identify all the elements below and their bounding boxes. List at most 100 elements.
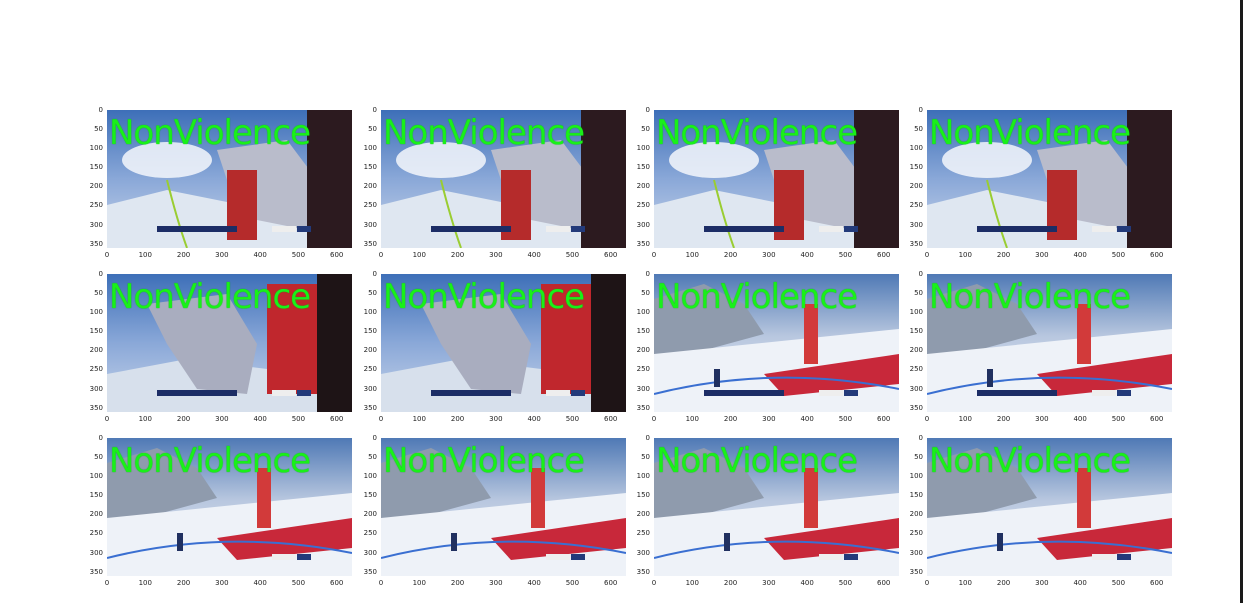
x-tick-label: 0 [924,415,930,423]
classification-label: NonViolence [109,277,311,317]
x-tick-label: 600 [604,579,618,587]
tv-logo-box [1117,390,1131,396]
x-tick-label: 500 [1111,579,1126,587]
skier [451,533,457,551]
x-tick-label: 200 [176,579,191,587]
tv-time-box [546,390,570,396]
y-tick-label: 0 [918,269,923,278]
tv-name-bar [977,390,1057,396]
y-tick-label: 250 [363,529,377,538]
tv-logo-box [844,226,858,232]
y-tick-label: 200 [909,182,923,191]
x-tick-label: 600 [330,251,344,259]
y-tick-label: 0 [918,433,923,442]
x-tick-label: 200 [176,415,191,423]
x-tick-label: 400 [253,579,267,587]
video-frame: NonViolence [927,438,1172,576]
y-tick-label: 300 [636,548,650,557]
y-tick-label: 250 [636,365,650,374]
x-tick-label: 200 [176,251,191,259]
y-tick-label: 0 [372,105,377,114]
y-tick-label: 200 [89,346,103,355]
y-tick-label: 0 [372,269,377,278]
tv-logo-box [1117,554,1131,560]
tv-name-bar [704,390,784,396]
x-tick-label: 500 [838,415,853,423]
classification-label: NonViolence [109,113,311,153]
classification-label: NonViolence [383,277,585,317]
y-tick-label: 300 [909,220,923,229]
y-tick-label: 200 [909,510,923,519]
y-tick-label: 350 [636,403,650,412]
y-tick-label: 350 [363,567,377,576]
y-tick-label: 250 [909,529,923,538]
x-tick-label: 500 [565,579,580,587]
y-tick-label: 250 [909,365,923,374]
y-tick-label: 250 [363,365,377,374]
tv-name-bar [157,390,237,396]
tv-time-box [819,554,843,560]
x-tick-label: 300 [215,579,229,587]
y-tick-label: 150 [909,491,923,499]
y-tick-label: 100 [363,143,377,152]
y-tick-label: 150 [636,327,650,335]
x-tick-label: 500 [565,251,580,259]
tv-logo-box [297,554,311,560]
tv-name-bar [431,390,511,396]
y-tick-label: 200 [363,510,377,519]
start-gate [307,110,352,248]
x-tick-label: 200 [996,579,1011,587]
y-tick-label: 50 [914,452,923,461]
x-tick-label: 300 [489,415,503,423]
skier [724,533,730,551]
y-tick-label: 0 [645,433,650,442]
x-tick-label: 0 [104,415,110,423]
x-tick-label: 200 [996,415,1011,423]
y-tick-label: 200 [363,182,377,191]
y-tick-label: 100 [363,307,377,316]
y-tick-label: 300 [89,220,103,229]
y-tick-label: 350 [636,567,650,576]
y-tick-label: 0 [98,433,103,442]
y-tick-label: 100 [636,307,650,316]
tv-logo-box [844,390,858,396]
y-tick-label: 0 [918,105,923,114]
x-tick-label: 600 [604,251,618,259]
x-tick-label: 300 [489,251,503,259]
x-tick-label: 100 [685,415,699,423]
tv-time-box [272,390,296,396]
x-tick-label: 200 [723,251,738,259]
x-tick-label: 100 [685,579,699,587]
x-tick-label: 300 [1035,415,1049,423]
x-tick-label: 300 [762,579,776,587]
y-tick-label: 300 [636,220,650,229]
y-tick-label: 100 [89,143,103,152]
y-tick-label: 150 [636,163,650,171]
y-tick-label: 300 [909,384,923,393]
x-tick-label: 100 [685,251,699,259]
x-tick-label: 100 [138,579,152,587]
y-tick-label: 150 [363,327,377,335]
x-tick-label: 100 [138,251,152,259]
y-tick-label: 200 [636,510,650,519]
skier [714,369,720,387]
x-tick-label: 400 [800,251,814,259]
video-frame: NonViolence [654,110,899,248]
y-tick-label: 100 [89,471,103,480]
x-tick-label: 300 [489,579,503,587]
x-tick-label: 300 [762,415,776,423]
tv-time-box [819,226,843,232]
y-tick-label: 300 [636,384,650,393]
x-tick-label: 200 [450,415,465,423]
y-tick-label: 350 [909,567,923,576]
x-tick-label: 100 [412,251,426,259]
tv-logo-box [1117,226,1131,232]
x-tick-label: 600 [877,579,891,587]
tv-logo-box [571,390,585,396]
x-tick-label: 0 [651,579,657,587]
y-tick-label: 50 [94,452,103,461]
classification-label: NonViolence [656,277,858,317]
y-tick-label: 200 [89,182,103,191]
x-tick-label: 400 [1073,415,1087,423]
classification-label: NonViolence [929,277,1131,317]
